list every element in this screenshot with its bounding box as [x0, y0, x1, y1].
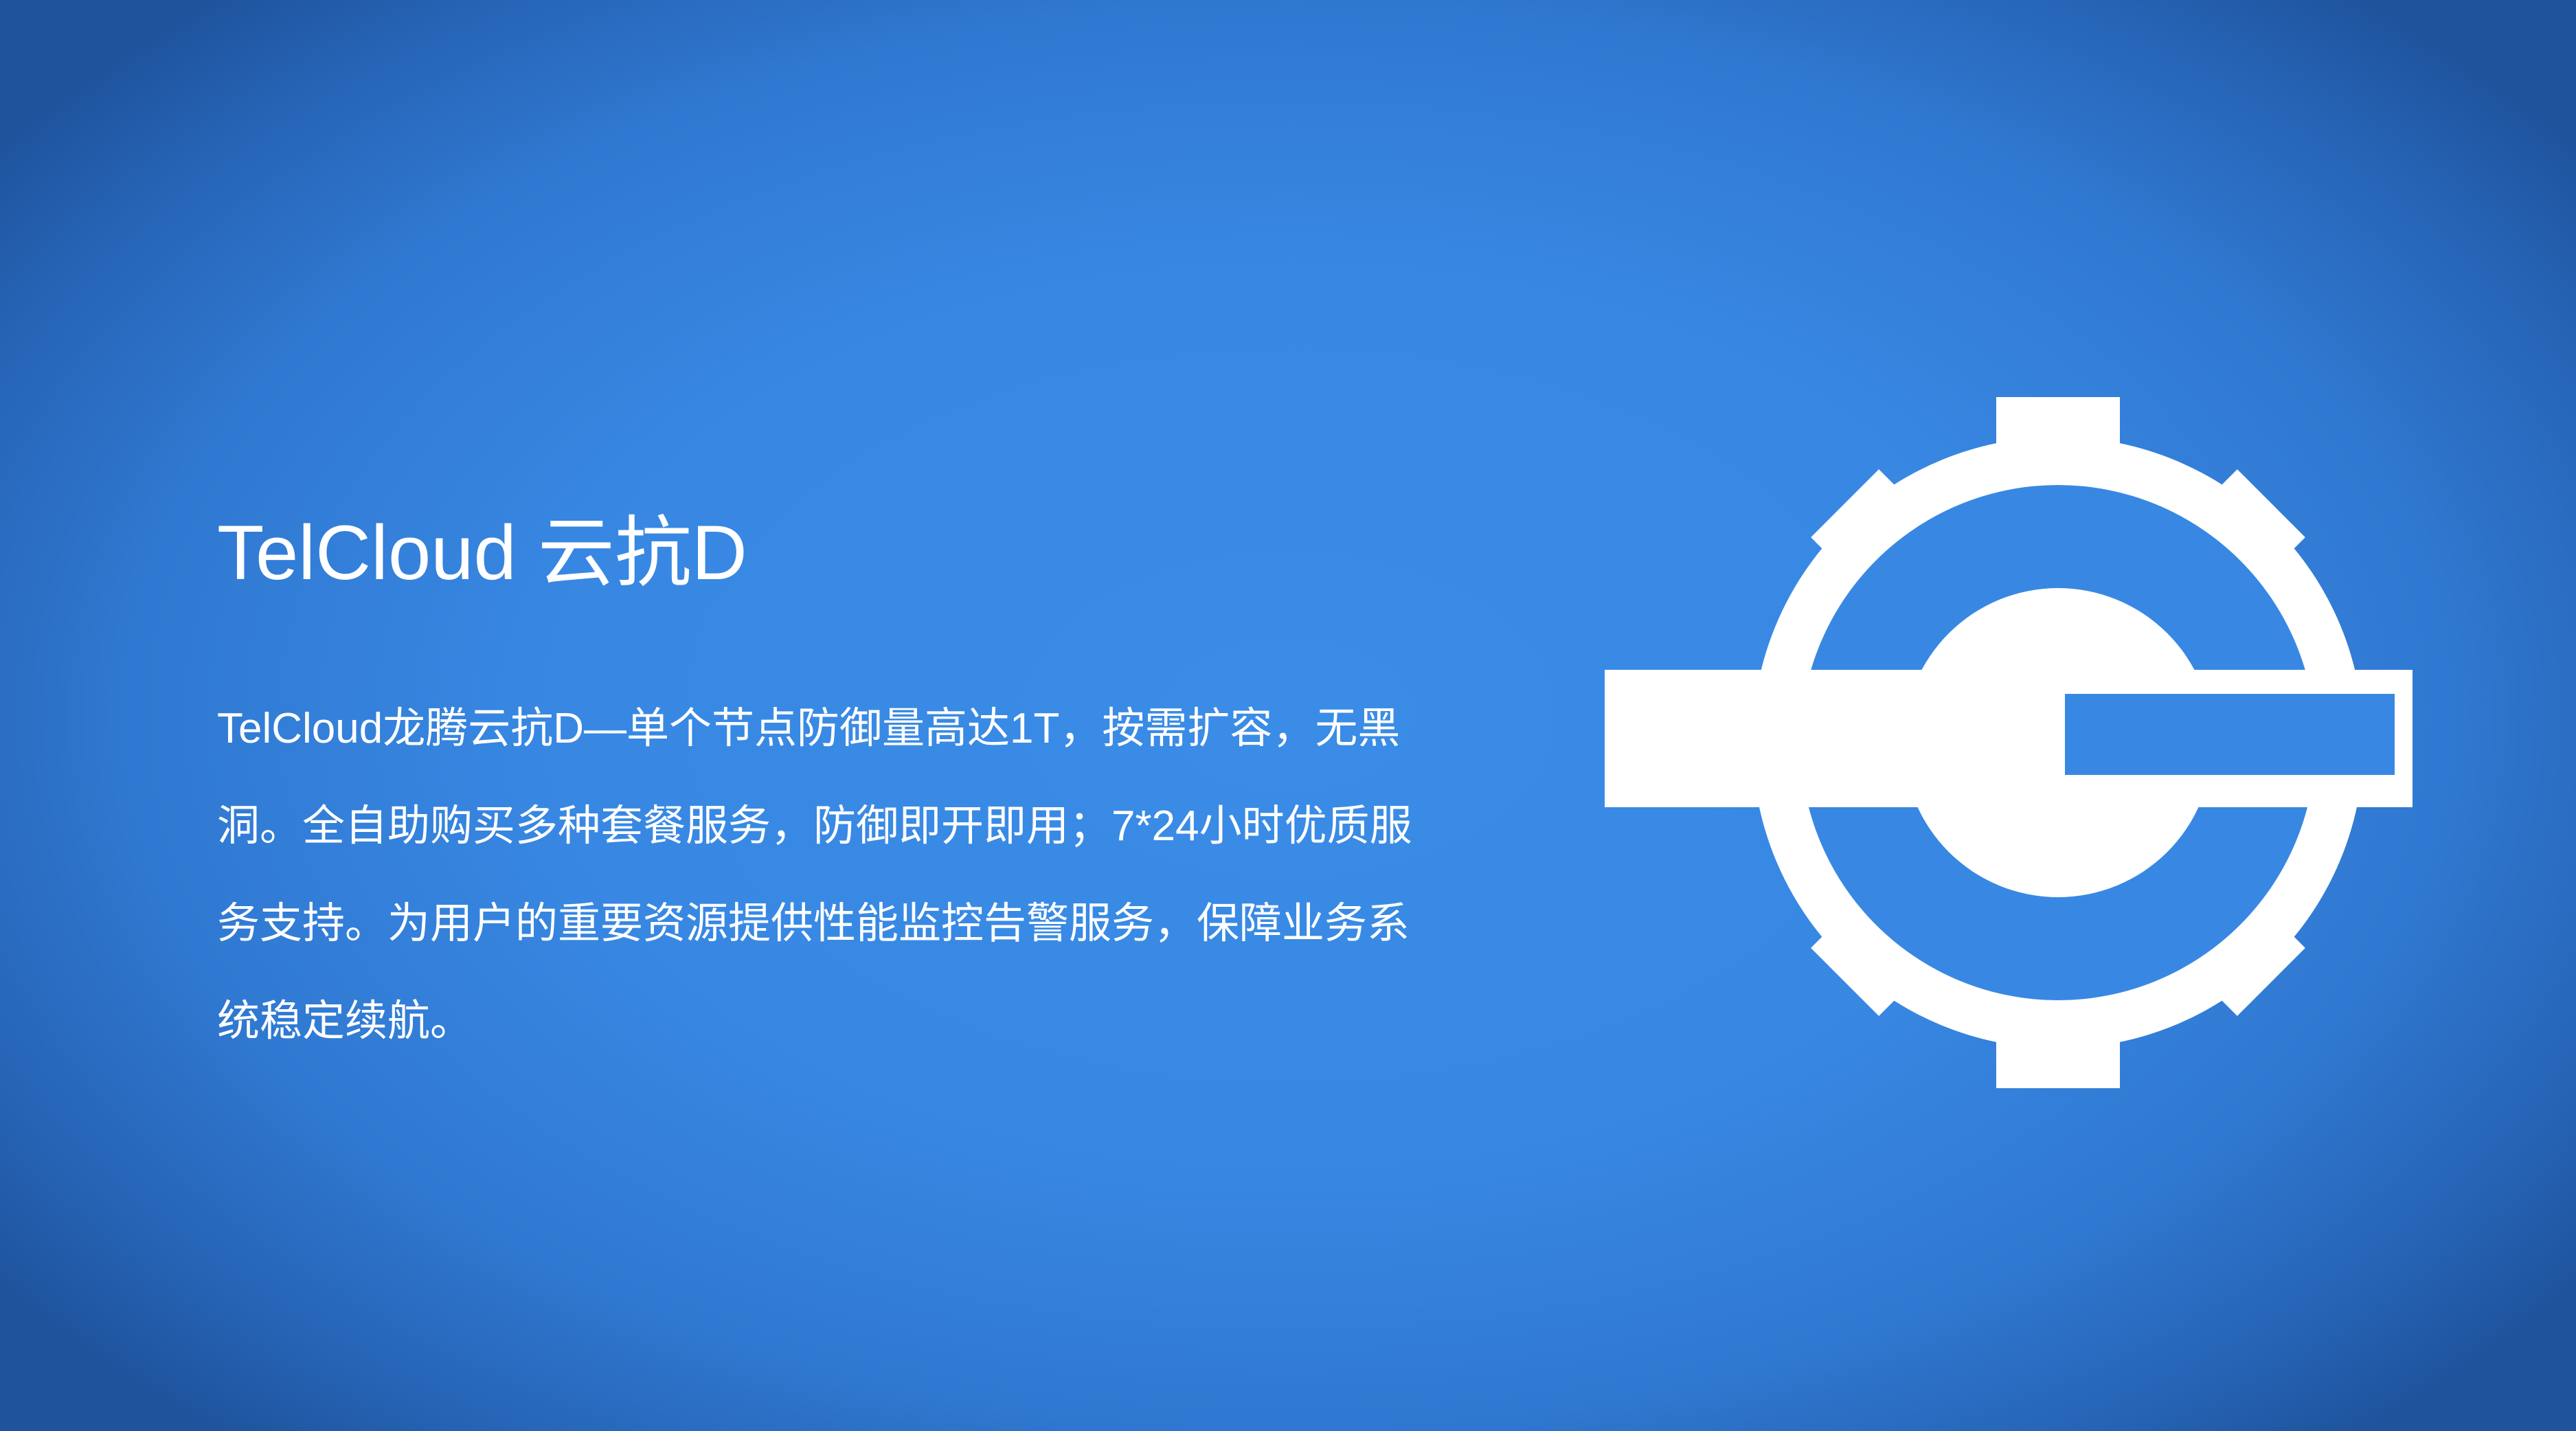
- description-line: 统稳定续航。: [217, 998, 473, 1045]
- gear-wrench-icon: [1605, 397, 2413, 1088]
- description-line: TelCloud龙腾云抗D—单个节点防御量高达1T，按需扩容，无黑: [217, 705, 1401, 752]
- slide-description: TelCloud龙腾云抗D—单个节点防御量高达1T，按需扩容，无黑 洞。全自助购…: [217, 680, 1433, 1070]
- description-line: 洞。全自助购买多种套餐服务，防御即开即用；7*24小时优质服: [217, 802, 1412, 850]
- slide-title: TelCloud 云抗D: [217, 510, 747, 596]
- description-line: 务支持。为用户的重要资源提供性能监控告警服务，保障业务系: [217, 900, 1410, 947]
